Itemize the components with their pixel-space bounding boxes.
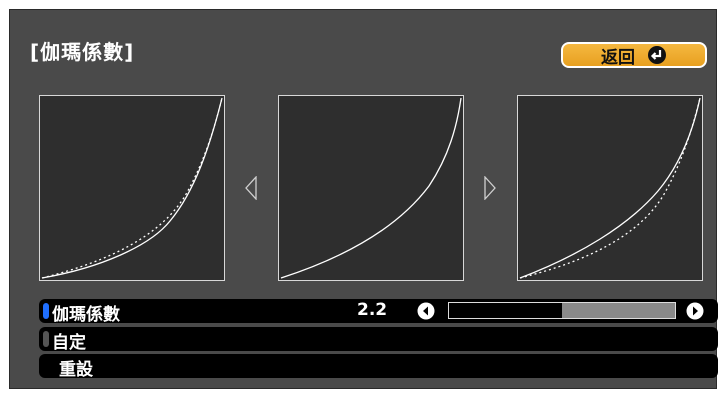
right-gamma-graph xyxy=(517,95,703,281)
previous-arrow-icon[interactable] xyxy=(245,176,257,200)
reset-menu-row[interactable]: 重設 xyxy=(39,354,718,380)
decrease-arrow-icon[interactable] xyxy=(417,302,435,320)
page-title: [伽瑪係數] xyxy=(30,40,135,64)
custom-menu-row[interactable]: 自定 xyxy=(39,327,718,353)
gamma-slider-fill xyxy=(449,303,562,318)
left-gamma-graph xyxy=(39,95,225,281)
center-gamma-graph xyxy=(278,95,464,281)
return-enter-icon xyxy=(647,45,667,65)
reset-menu-label: 重設 xyxy=(59,360,93,380)
increase-arrow-icon[interactable] xyxy=(686,302,704,320)
gamma-value: 2.2 xyxy=(357,300,388,320)
unselected-indicator xyxy=(43,331,49,347)
gamma-settings-screen: [伽瑪係數] 返回 伽瑪係數 2.2 自定 重設 xyxy=(9,9,718,389)
gamma-menu-label: 伽瑪係數 xyxy=(52,305,120,325)
custom-menu-label: 自定 xyxy=(52,333,86,353)
selected-indicator xyxy=(43,303,49,319)
next-arrow-icon[interactable] xyxy=(484,176,496,200)
back-button[interactable]: 返回 xyxy=(561,42,707,68)
back-button-label: 返回 xyxy=(601,47,635,68)
gamma-menu-row[interactable]: 伽瑪係數 2.2 xyxy=(39,299,718,325)
gamma-slider[interactable] xyxy=(448,302,676,319)
